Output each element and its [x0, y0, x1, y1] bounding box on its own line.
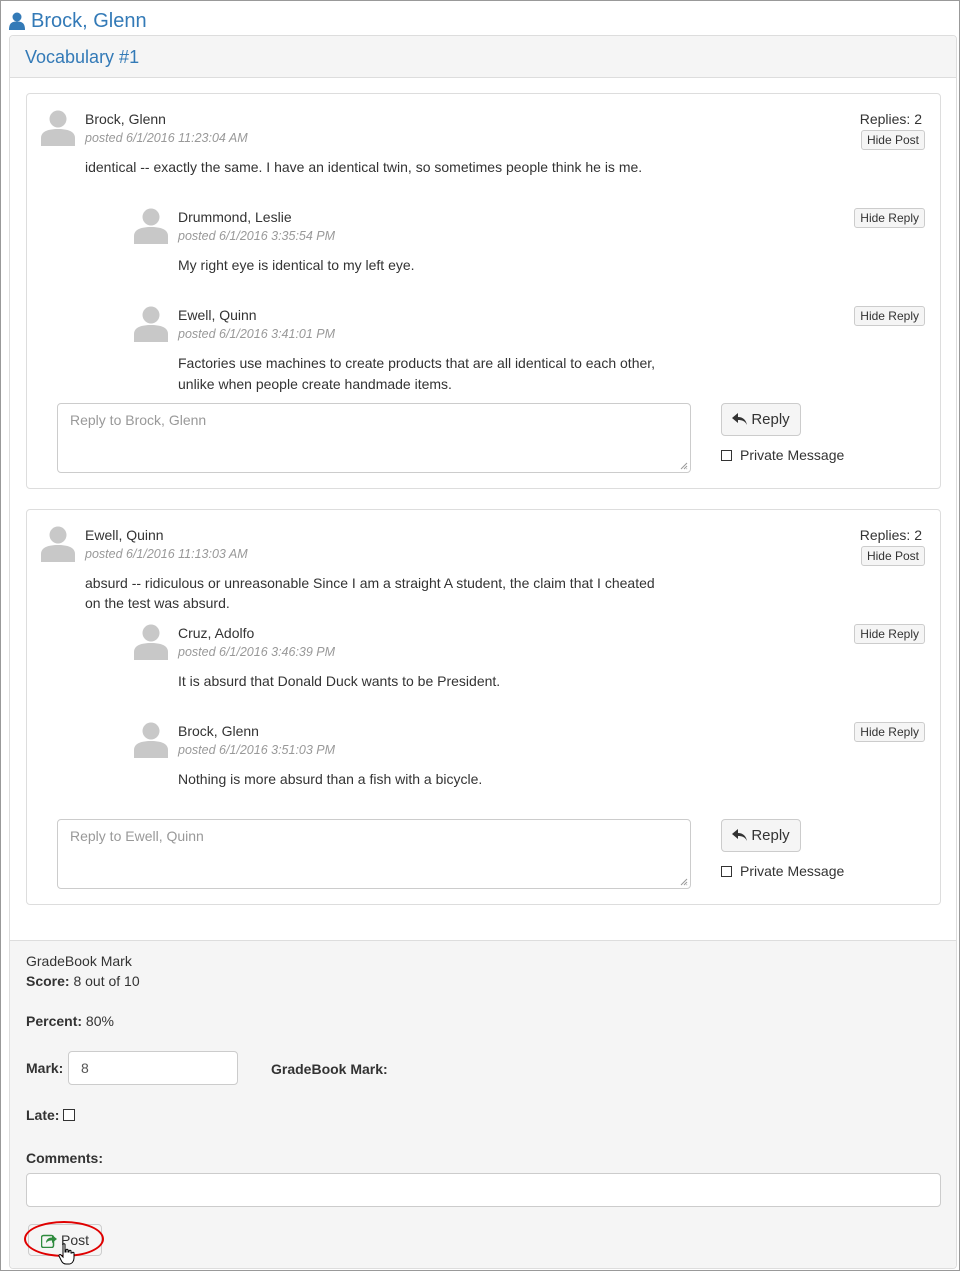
post-author: Ewell, Quinn — [85, 527, 164, 543]
hide-post-button[interactable]: Hide Post — [860, 130, 925, 150]
reply-text: It is absurd that Donald Duck wants to b… — [178, 673, 501, 689]
hide-reply-button[interactable]: Hide Reply — [854, 722, 925, 742]
private-message-label: Private Message — [740, 863, 845, 879]
avatar-icon — [41, 526, 75, 562]
reply-author: Ewell, Quinn — [178, 307, 257, 323]
reply-button-label: Reply — [751, 411, 790, 428]
replies-count: Replies: 2 — [859, 527, 922, 543]
score-value: 8 out of 10 — [73, 973, 140, 989]
user-icon — [9, 12, 25, 30]
avatar-icon — [134, 208, 168, 244]
reply-timestamp: posted 6/1/2016 3:35:54 PM — [178, 229, 336, 243]
private-message-label: Private Message — [740, 447, 845, 463]
discussion-thread: Brock, Glenn posted 6/1/2016 11:23:04 AM… — [26, 93, 941, 489]
reply-button[interactable]: Reply — [721, 403, 801, 436]
reply-arrow-icon — [732, 829, 748, 841]
hide-reply-button[interactable]: Hide Reply — [854, 208, 925, 228]
percent-value: 80% — [85, 1013, 114, 1029]
reply-placeholder: Reply to Ewell, Quinn — [70, 828, 204, 844]
gradebook-heading: GradeBook Mark — [26, 953, 132, 969]
score-label: Score: — [26, 973, 70, 989]
post-text-line-2: on the test was absurd. — [85, 595, 230, 611]
panel-heading: Vocabulary #1 — [10, 36, 956, 78]
mark-label: Mark: — [26, 1060, 64, 1076]
avatar-icon — [41, 110, 75, 146]
score-row: Score: 8 out of 10 — [26, 973, 140, 989]
checkbox[interactable] — [721, 449, 732, 461]
mark-input[interactable]: 8 — [68, 1051, 238, 1085]
avatar-icon — [134, 306, 168, 342]
reply-button[interactable]: Reply — [721, 819, 801, 852]
hide-post-button[interactable]: Hide Post — [860, 546, 925, 566]
reply-text-line-1: Factories use machines to create product… — [178, 355, 656, 371]
hide-reply-button[interactable]: Hide Reply — [854, 624, 925, 644]
reply-textarea[interactable]: Reply to Brock, Glenn — [57, 403, 691, 473]
post-timestamp: posted 6/1/2016 11:13:03 AM — [85, 547, 248, 561]
reply-author: Cruz, Adolfo — [178, 625, 255, 641]
share-icon — [40, 1234, 57, 1248]
resize-handle-icon[interactable] — [680, 878, 688, 886]
hide-reply-button[interactable]: Hide Reply — [854, 306, 925, 326]
hand-cursor-icon — [58, 1243, 75, 1265]
post-timestamp: posted 6/1/2016 11:23:04 AM — [85, 131, 248, 145]
student-header: Brock, Glenn — [9, 9, 147, 33]
percent-row: Percent: 80% — [26, 1013, 114, 1029]
percent-label: Percent: — [26, 1013, 83, 1029]
reply-timestamp: posted 6/1/2016 3:46:39 PM — [178, 645, 336, 659]
private-message-checkbox[interactable]: Private Message — [721, 863, 844, 879]
reply-author: Brock, Glenn — [178, 723, 259, 739]
student-name: Brock, Glenn — [31, 9, 147, 32]
late-row: Late: — [26, 1107, 83, 1123]
checkbox[interactable] — [721, 865, 732, 877]
post-author: Brock, Glenn — [85, 111, 166, 127]
page-frame: Brock, Glenn Vocabulary #1 Brock, Glenn … — [0, 0, 960, 1271]
gradebook-mark-label: GradeBook Mark: — [271, 1061, 388, 1077]
assignment-panel: Vocabulary #1 Brock, Glenn posted 6/1/20… — [9, 35, 957, 1269]
comments-input[interactable] — [26, 1173, 941, 1207]
avatar-icon — [134, 722, 168, 758]
reply-author: Drummond, Leslie — [178, 209, 292, 225]
post-text-line-1: absurd -- ridiculous or unreasonable Sin… — [85, 575, 655, 591]
post-text: identical -- exactly the same. I have an… — [85, 159, 643, 175]
reply-button-label: Reply — [751, 827, 790, 844]
avatar-icon — [134, 624, 168, 660]
reply-text: My right eye is identical to my left eye… — [178, 257, 415, 273]
late-label: Late: — [26, 1107, 60, 1123]
gradebook-section: GradeBook Mark Score: 8 out of 10 Percen… — [10, 940, 956, 1268]
late-checkbox[interactable] — [63, 1109, 76, 1121]
assignment-title: Vocabulary #1 — [25, 47, 140, 67]
reply-timestamp: posted 6/1/2016 3:41:01 PM — [178, 327, 336, 341]
reply-placeholder: Reply to Brock, Glenn — [70, 412, 207, 428]
reply-text: Nothing is more absurd than a fish with … — [178, 771, 483, 787]
replies-count: Replies: 2 — [859, 111, 922, 127]
reply-timestamp: posted 6/1/2016 3:51:03 PM — [178, 743, 336, 757]
reply-arrow-icon — [732, 413, 748, 425]
resize-handle-icon[interactable] — [680, 462, 688, 470]
reply-textarea[interactable]: Reply to Ewell, Quinn — [57, 819, 691, 889]
reply-text-line-2: unlike when people create handmade items… — [178, 376, 452, 392]
discussion-thread: Ewell, Quinn posted 6/1/2016 11:13:03 AM… — [26, 509, 941, 905]
private-message-checkbox[interactable]: Private Message — [721, 447, 844, 463]
comments-label: Comments: — [26, 1150, 104, 1166]
